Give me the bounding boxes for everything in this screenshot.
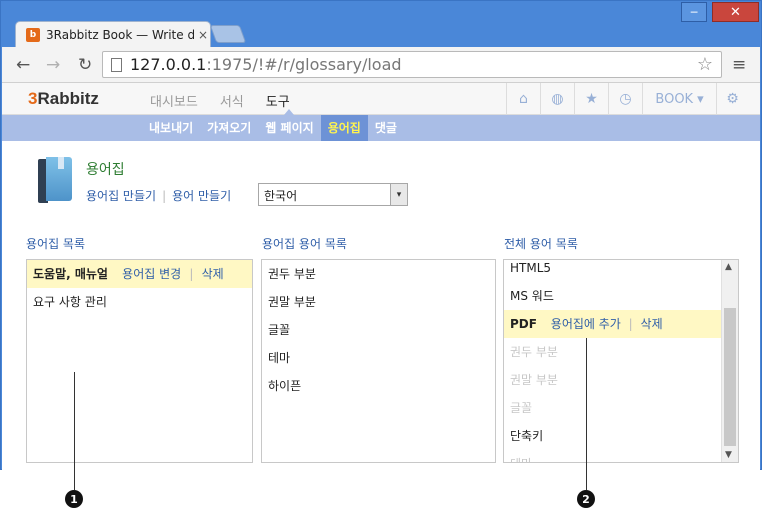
page-title: 용어집 bbox=[86, 162, 125, 178]
glossary-list-heading: 용어집 목록 bbox=[26, 237, 86, 251]
home-icon[interactable]: ⌂ bbox=[506, 83, 540, 115]
scroll-down-icon[interactable]: ▼ bbox=[725, 450, 732, 460]
callout-line-1 bbox=[74, 372, 75, 490]
list-item[interactable]: 권말 부분 bbox=[262, 288, 495, 316]
list-item[interactable]: 도움말, 매뉴얼 용어집 변경 | 삭제 bbox=[27, 260, 252, 288]
callout-marker-1: 1 bbox=[65, 490, 83, 508]
main-nav: 대시보드 서식 도구 bbox=[150, 91, 290, 110]
list-item[interactable]: MS 워드 bbox=[504, 282, 738, 310]
close-window-button[interactable]: ✕ bbox=[712, 2, 759, 22]
glossary-terms-panel: 권두 부분 권말 부분 글꼴 테마 하이픈 bbox=[261, 259, 496, 463]
book-label: BOOK bbox=[655, 91, 694, 107]
list-item[interactable]: 글꼴 bbox=[262, 316, 495, 344]
list-item[interactable]: HTML5 bbox=[504, 260, 738, 282]
new-tab-button[interactable] bbox=[209, 25, 247, 43]
page-icon bbox=[111, 57, 122, 72]
subnav-export[interactable]: 내보내기 bbox=[142, 115, 200, 141]
scrollbar-thumb[interactable] bbox=[724, 308, 736, 446]
vertical-scrollbar[interactable]: ▲ ▼ bbox=[721, 260, 738, 462]
star-icon[interactable]: ★ bbox=[574, 83, 608, 115]
delete-glossary-link[interactable]: 삭제 bbox=[202, 267, 224, 281]
list-item[interactable]: 하이픈 bbox=[262, 372, 495, 400]
list-item[interactable]: 권두 부분 bbox=[504, 338, 738, 366]
nav-tools[interactable]: 도구 bbox=[266, 91, 290, 110]
list-item[interactable]: PDF 용어집에 추가 | 삭제 bbox=[504, 310, 721, 338]
browser-tab[interactable]: b 3Rabbitz Book — Write d × bbox=[15, 21, 211, 47]
book-menu-button[interactable]: BOOK ▾ bbox=[642, 83, 716, 115]
list-item[interactable]: 권두 부분 bbox=[262, 260, 495, 288]
glossary-item-label: 요구 사항 관리 bbox=[33, 295, 107, 309]
tab-title: 3Rabbitz Book — Write d bbox=[46, 27, 194, 42]
list-item[interactable]: 권말 부분 bbox=[504, 366, 738, 394]
globe-icon[interactable]: ◍ bbox=[540, 83, 574, 115]
logo-text: Rabbitz bbox=[37, 89, 99, 108]
browser-window: ─ ✕ b 3Rabbitz Book — Write d × ← → ↻ 12… bbox=[0, 0, 762, 471]
app-header: 3Rabbitz 대시보드 서식 도구 ⌂ ◍ ★ ◷ BOOK ▾ ⚙ bbox=[2, 83, 760, 115]
favicon-icon: b bbox=[26, 27, 40, 42]
url-text: 127.0.0.1:1975/!#/r/glossary/load bbox=[130, 55, 402, 74]
term-label: PDF bbox=[510, 317, 537, 331]
row-separator: | bbox=[628, 317, 633, 331]
subnav-import[interactable]: 가져오기 bbox=[200, 115, 258, 141]
bookmark-star-icon[interactable]: ☆ bbox=[697, 54, 713, 75]
list-item[interactable]: 테마 bbox=[504, 450, 738, 462]
subnav-glossary[interactable]: 용어집 bbox=[320, 115, 368, 141]
list-item[interactable]: 단축키 bbox=[504, 422, 738, 450]
chevron-down-icon: ▾ bbox=[390, 184, 407, 205]
all-terms-panel: HTML5 MS 워드 PDF 용어집에 추가 | 삭제 권두 부분 권말 부분… bbox=[503, 259, 739, 463]
language-select[interactable]: 한국어 ▾ bbox=[258, 183, 408, 206]
language-value: 한국어 bbox=[264, 189, 298, 203]
action-separator: | bbox=[162, 188, 167, 203]
all-terms-heading: 전체 용어 목록 bbox=[504, 237, 578, 251]
scroll-up-icon[interactable]: ▲ bbox=[725, 262, 732, 272]
glossary-terms-heading: 용어집 용어 목록 bbox=[262, 237, 347, 251]
reload-icon[interactable]: ↻ bbox=[78, 55, 92, 75]
callout-marker-2: 2 bbox=[577, 490, 595, 508]
create-term-link[interactable]: 용어 만들기 bbox=[172, 187, 231, 204]
header-icons: ⌂ ◍ ★ ◷ BOOK ▾ ⚙ bbox=[506, 83, 748, 115]
nav-templates[interactable]: 서식 bbox=[220, 91, 244, 110]
url-path: :1975/!#/r/glossary/load bbox=[206, 55, 402, 74]
subnav-web-page[interactable]: 웹 페이지 bbox=[258, 115, 320, 141]
back-icon[interactable]: ← bbox=[16, 55, 30, 75]
forward-icon[interactable]: → bbox=[46, 55, 60, 75]
tab-close-icon[interactable]: × bbox=[198, 28, 208, 42]
list-item[interactable]: 요구 사항 관리 bbox=[27, 288, 252, 316]
subnav-comments[interactable]: 댓글 bbox=[368, 115, 404, 141]
glossary-list-panel: 도움말, 매뉴얼 용어집 변경 | 삭제 요구 사항 관리 bbox=[26, 259, 253, 463]
nav-dashboard[interactable]: 대시보드 bbox=[150, 91, 198, 110]
address-bar[interactable]: 127.0.0.1:1975/!#/r/glossary/load ☆ bbox=[102, 51, 722, 78]
create-glossary-link[interactable]: 용어집 만들기 bbox=[86, 187, 156, 204]
row-separator: | bbox=[189, 267, 194, 281]
list-item[interactable]: 테마 bbox=[262, 344, 495, 372]
chevron-down-icon: ▾ bbox=[697, 91, 704, 107]
web-page: 3Rabbitz 대시보드 서식 도구 ⌂ ◍ ★ ◷ BOOK ▾ ⚙ 내보내… bbox=[2, 83, 760, 471]
edit-glossary-link[interactable]: 용어집 변경 bbox=[122, 267, 181, 281]
sub-nav: 내보내기 가져오기 웹 페이지 용어집 댓글 bbox=[2, 115, 760, 141]
delete-term-link[interactable]: 삭제 bbox=[641, 317, 663, 331]
callout-line-2 bbox=[586, 338, 587, 490]
gear-icon[interactable]: ⚙ bbox=[716, 83, 748, 115]
list-item[interactable]: 글꼴 bbox=[504, 394, 738, 422]
glossary-book-icon bbox=[38, 157, 74, 203]
clock-icon[interactable]: ◷ bbox=[608, 83, 642, 115]
app-logo[interactable]: 3Rabbitz bbox=[28, 89, 99, 109]
title-bar: ─ ✕ b 3Rabbitz Book — Write d × bbox=[1, 1, 761, 47]
url-host: 127.0.0.1 bbox=[130, 55, 207, 74]
add-to-glossary-link[interactable]: 용어집에 추가 bbox=[551, 317, 621, 331]
minimize-button[interactable]: ─ bbox=[681, 2, 707, 22]
browser-toolbar: ← → ↻ 127.0.0.1:1975/!#/r/glossary/load … bbox=[2, 47, 760, 83]
browser-menu-icon[interactable]: ≡ bbox=[732, 55, 746, 75]
glossary-actions: 용어집 만들기 | 용어 만들기 bbox=[86, 187, 231, 204]
glossary-item-label: 도움말, 매뉴얼 bbox=[33, 267, 108, 281]
